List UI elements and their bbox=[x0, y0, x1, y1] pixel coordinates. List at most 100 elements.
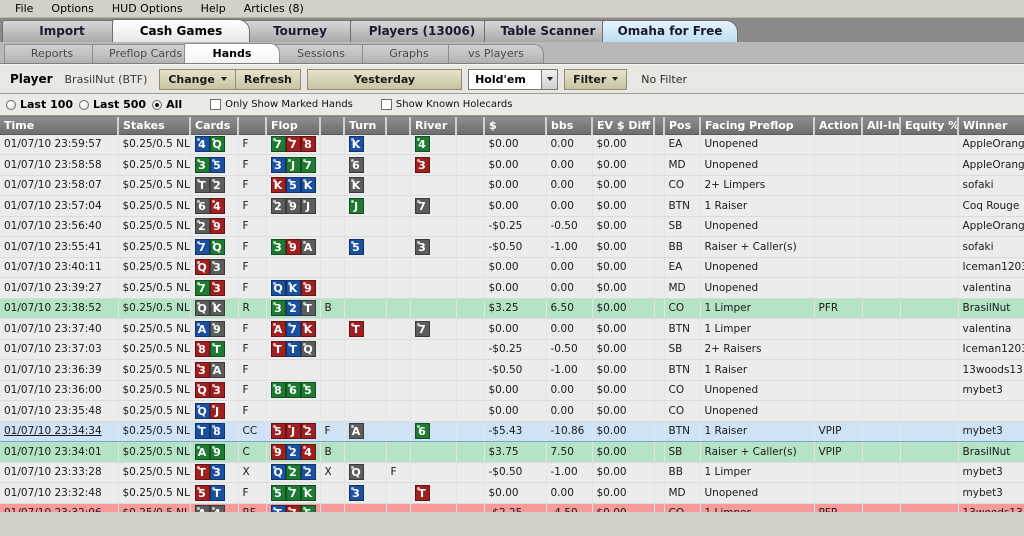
hole-cards: QK bbox=[194, 300, 234, 317]
column-header-turn[interactable]: Turn bbox=[344, 117, 387, 135]
column-header-blank-5[interactable] bbox=[320, 117, 345, 135]
table-row[interactable]: 01/07/10 23:38:52 $0.25/0.5 NL Q K R 3 2 T B $3.2… bbox=[0, 298, 1024, 319]
column-header-blank-13[interactable] bbox=[654, 117, 665, 135]
cell-position: EA bbox=[664, 134, 701, 155]
column-header-blank-3[interactable] bbox=[238, 117, 267, 135]
menu-item-options[interactable]: Options bbox=[42, 1, 102, 17]
table-row[interactable]: 01/07/10 23:40:11 $0.25/0.5 NL Q 3 F $0.00 0.0… bbox=[0, 257, 1024, 278]
column-header-all-in[interactable]: All-In bbox=[862, 117, 901, 135]
column-header-stakes[interactable]: Stakes bbox=[118, 117, 191, 135]
sub-tab-vs-players[interactable]: vs Players bbox=[448, 44, 544, 63]
menu-item-articles-8[interactable]: Articles (8) bbox=[235, 1, 313, 17]
cell-all-in bbox=[862, 462, 901, 483]
table-row[interactable]: 01/07/10 23:34:34 $0.25/0.5 NL T 8 CC 5 J 2 F A 6-… bbox=[0, 420, 1024, 442]
playing-card: 7 bbox=[300, 156, 316, 173]
radio-all[interactable]: All bbox=[152, 98, 182, 111]
column-header-cards[interactable]: Cards bbox=[190, 117, 239, 135]
sub-tab-sessions[interactable]: Sessions bbox=[272, 44, 370, 63]
menu-item-hud-options[interactable]: HUD Options bbox=[103, 1, 192, 17]
table-row[interactable]: 01/07/10 23:58:58 $0.25/0.5 NL 3 5 F 3 J 7 6 3 $0.… bbox=[0, 154, 1024, 176]
hole-cards: 5T bbox=[194, 484, 234, 501]
column-header-winner[interactable]: Winner bbox=[958, 117, 1024, 135]
hands-grid-container[interactable]: Time Stakes Cards Flop Turn River $ bbs EV $ Dif… bbox=[0, 116, 1024, 512]
column-header-[interactable]: $ bbox=[484, 117, 547, 135]
cell-bbs: 0.00 bbox=[546, 257, 593, 278]
table-row[interactable]: 01/07/10 23:56:40 $0.25/0.5 NL 2 9 F -$0.25 -0… bbox=[0, 216, 1024, 237]
table-row[interactable]: 01/07/10 23:37:40 $0.25/0.5 NL A 9 F A 7 K T 7 $0.… bbox=[0, 318, 1024, 340]
table-row[interactable]: 01/07/10 23:34:01 $0.25/0.5 NL A 9 C 9 2 4 B $3.7… bbox=[0, 441, 1024, 463]
change-button[interactable]: Change bbox=[159, 68, 235, 90]
table-row[interactable]: 01/07/10 23:58:07 $0.25/0.5 NL T 2 F K 5 K K $0.0… bbox=[0, 175, 1024, 196]
menu-item-help[interactable]: Help bbox=[192, 1, 235, 17]
column-header-facing-preflop[interactable]: Facing Preflop bbox=[700, 117, 815, 135]
radio-last-500-label: Last 500 bbox=[93, 98, 147, 111]
table-row[interactable]: 01/07/10 23:32:48 $0.25/0.5 NL 5 T F 5 7 K 3 T $0.… bbox=[0, 482, 1024, 504]
refresh-button[interactable]: Refresh bbox=[234, 68, 301, 90]
playing-card: K bbox=[300, 320, 316, 337]
column-header-action[interactable]: Action bbox=[814, 117, 863, 135]
sub-tab-strip: Reports Preflop Cards Hands Sessions Graphs v… bbox=[0, 42, 1024, 64]
table-row[interactable]: 01/07/10 23:59:57 $0.25/0.5 NL 4 Q F 7 7 8 K 4 $0.… bbox=[0, 134, 1024, 155]
cell-hole-cards: Q3 bbox=[190, 380, 239, 401]
main-tab-omaha-for-free[interactable]: Omaha for Free bbox=[602, 20, 738, 42]
column-header-equity[interactable]: Equity % bbox=[900, 117, 959, 135]
table-row[interactable]: 01/07/10 23:57:04 $0.25/0.5 NL 6 4 F 2 9 J J 7 $0.… bbox=[0, 195, 1024, 217]
main-tab-table-scanner[interactable]: Table Scanner bbox=[484, 20, 612, 42]
main-tab-tourney[interactable]: Tourney bbox=[240, 20, 360, 42]
playing-card: Q bbox=[194, 382, 210, 399]
column-header-river[interactable]: River bbox=[410, 117, 457, 135]
flop-cards: QK9 bbox=[270, 279, 316, 296]
sub-tab-reports[interactable]: Reports bbox=[4, 44, 100, 63]
column-header-ev-diff[interactable]: EV $ Diff bbox=[592, 117, 655, 135]
column-header-blank-9[interactable] bbox=[456, 117, 485, 135]
main-tab-cash-games[interactable]: Cash Games bbox=[112, 19, 250, 42]
cell-turn-action bbox=[386, 134, 411, 155]
checkbox-only-marked-hands[interactable]: Only Show Marked Hands bbox=[210, 99, 353, 110]
table-row[interactable]: 01/07/10 23:55:41 $0.25/0.5 NL 7 Q F 3 9 A 5 3 -$0… bbox=[0, 236, 1024, 258]
hole-cards: T2 bbox=[194, 177, 234, 194]
table-row[interactable]: 01/07/10 23:37:03 $0.25/0.5 NL 8 T F T T Q -$0.2… bbox=[0, 339, 1024, 360]
chevron-down-icon[interactable] bbox=[541, 69, 558, 89]
table-row[interactable]: 01/07/10 23:35:48 $0.25/0.5 NL Q J F $0.00 0.0… bbox=[0, 400, 1024, 422]
date-range-button[interactable]: Yesterday bbox=[306, 68, 463, 90]
column-header-flop[interactable]: Flop bbox=[266, 117, 321, 135]
playing-card: 3 bbox=[209, 382, 225, 399]
filter-button[interactable]: Filter bbox=[564, 68, 628, 90]
column-header-bbs[interactable]: bbs bbox=[546, 117, 593, 135]
radio-last-500[interactable]: Last 500 bbox=[79, 98, 146, 111]
cell-preflop-action: R bbox=[238, 298, 267, 319]
column-header-time[interactable]: Time bbox=[0, 117, 119, 135]
sub-tab-graphs[interactable]: Graphs bbox=[362, 44, 456, 63]
cell-river-action bbox=[456, 318, 485, 340]
cell-turn-action bbox=[386, 339, 411, 360]
playing-card: 4 bbox=[414, 136, 430, 153]
cell-turn-action bbox=[386, 318, 411, 340]
table-row[interactable]: 01/07/10 23:39:27 $0.25/0.5 NL 7 3 F Q K 9 $0.00… bbox=[0, 277, 1024, 299]
table-row[interactable]: 01/07/10 23:36:39 $0.25/0.5 NL 3 A F -$0.50 -1… bbox=[0, 359, 1024, 381]
cell-winner: Coq Rouge bbox=[958, 195, 1024, 217]
cell-preflop-action: F bbox=[238, 154, 267, 176]
cell-time: 01/07/10 23:58:07 bbox=[0, 175, 119, 196]
sub-tab-hands[interactable]: Hands bbox=[184, 43, 280, 63]
main-tab-players-13006[interactable]: Players (13006) bbox=[350, 20, 494, 42]
cell-winner: AppleOrange bbox=[958, 154, 1024, 176]
cell-flop-action bbox=[320, 257, 345, 278]
radio-last-100[interactable]: Last 100 bbox=[6, 98, 73, 111]
table-row[interactable]: 01/07/10 23:33:28 $0.25/0.5 NL T 3 X Q 2 2 X Q F -$… bbox=[0, 462, 1024, 483]
checkbox-show-known-holecards[interactable]: Show Known Holecards bbox=[380, 99, 512, 110]
column-header-pos[interactable]: Pos bbox=[664, 117, 701, 135]
menu-item-file[interactable]: File bbox=[6, 1, 42, 17]
column-header-blank-7[interactable] bbox=[386, 117, 411, 135]
cell-stakes: $0.25/0.5 NL bbox=[118, 236, 191, 258]
table-row[interactable]: 01/07/10 23:32:06$0.25/0.5 NLA4 RFT75 -$2.… bbox=[0, 503, 1024, 512]
cell-preflop-action: C bbox=[238, 441, 267, 463]
cell-hole-cards: 4Q bbox=[190, 134, 239, 155]
sub-tab-preflop-cards[interactable]: Preflop Cards bbox=[92, 44, 192, 63]
game-type-select[interactable]: Hold'em bbox=[468, 68, 559, 90]
cell-bbs: 0.00 bbox=[546, 318, 593, 340]
table-row[interactable]: 01/07/10 23:36:00 $0.25/0.5 NL Q 3 F 8 6 5 $0.00… bbox=[0, 380, 1024, 401]
cell-winner: BrasilNut bbox=[958, 441, 1024, 463]
playing-card: T bbox=[194, 177, 210, 194]
main-tab-import[interactable]: Import bbox=[2, 20, 122, 42]
cell-equity bbox=[900, 339, 959, 360]
